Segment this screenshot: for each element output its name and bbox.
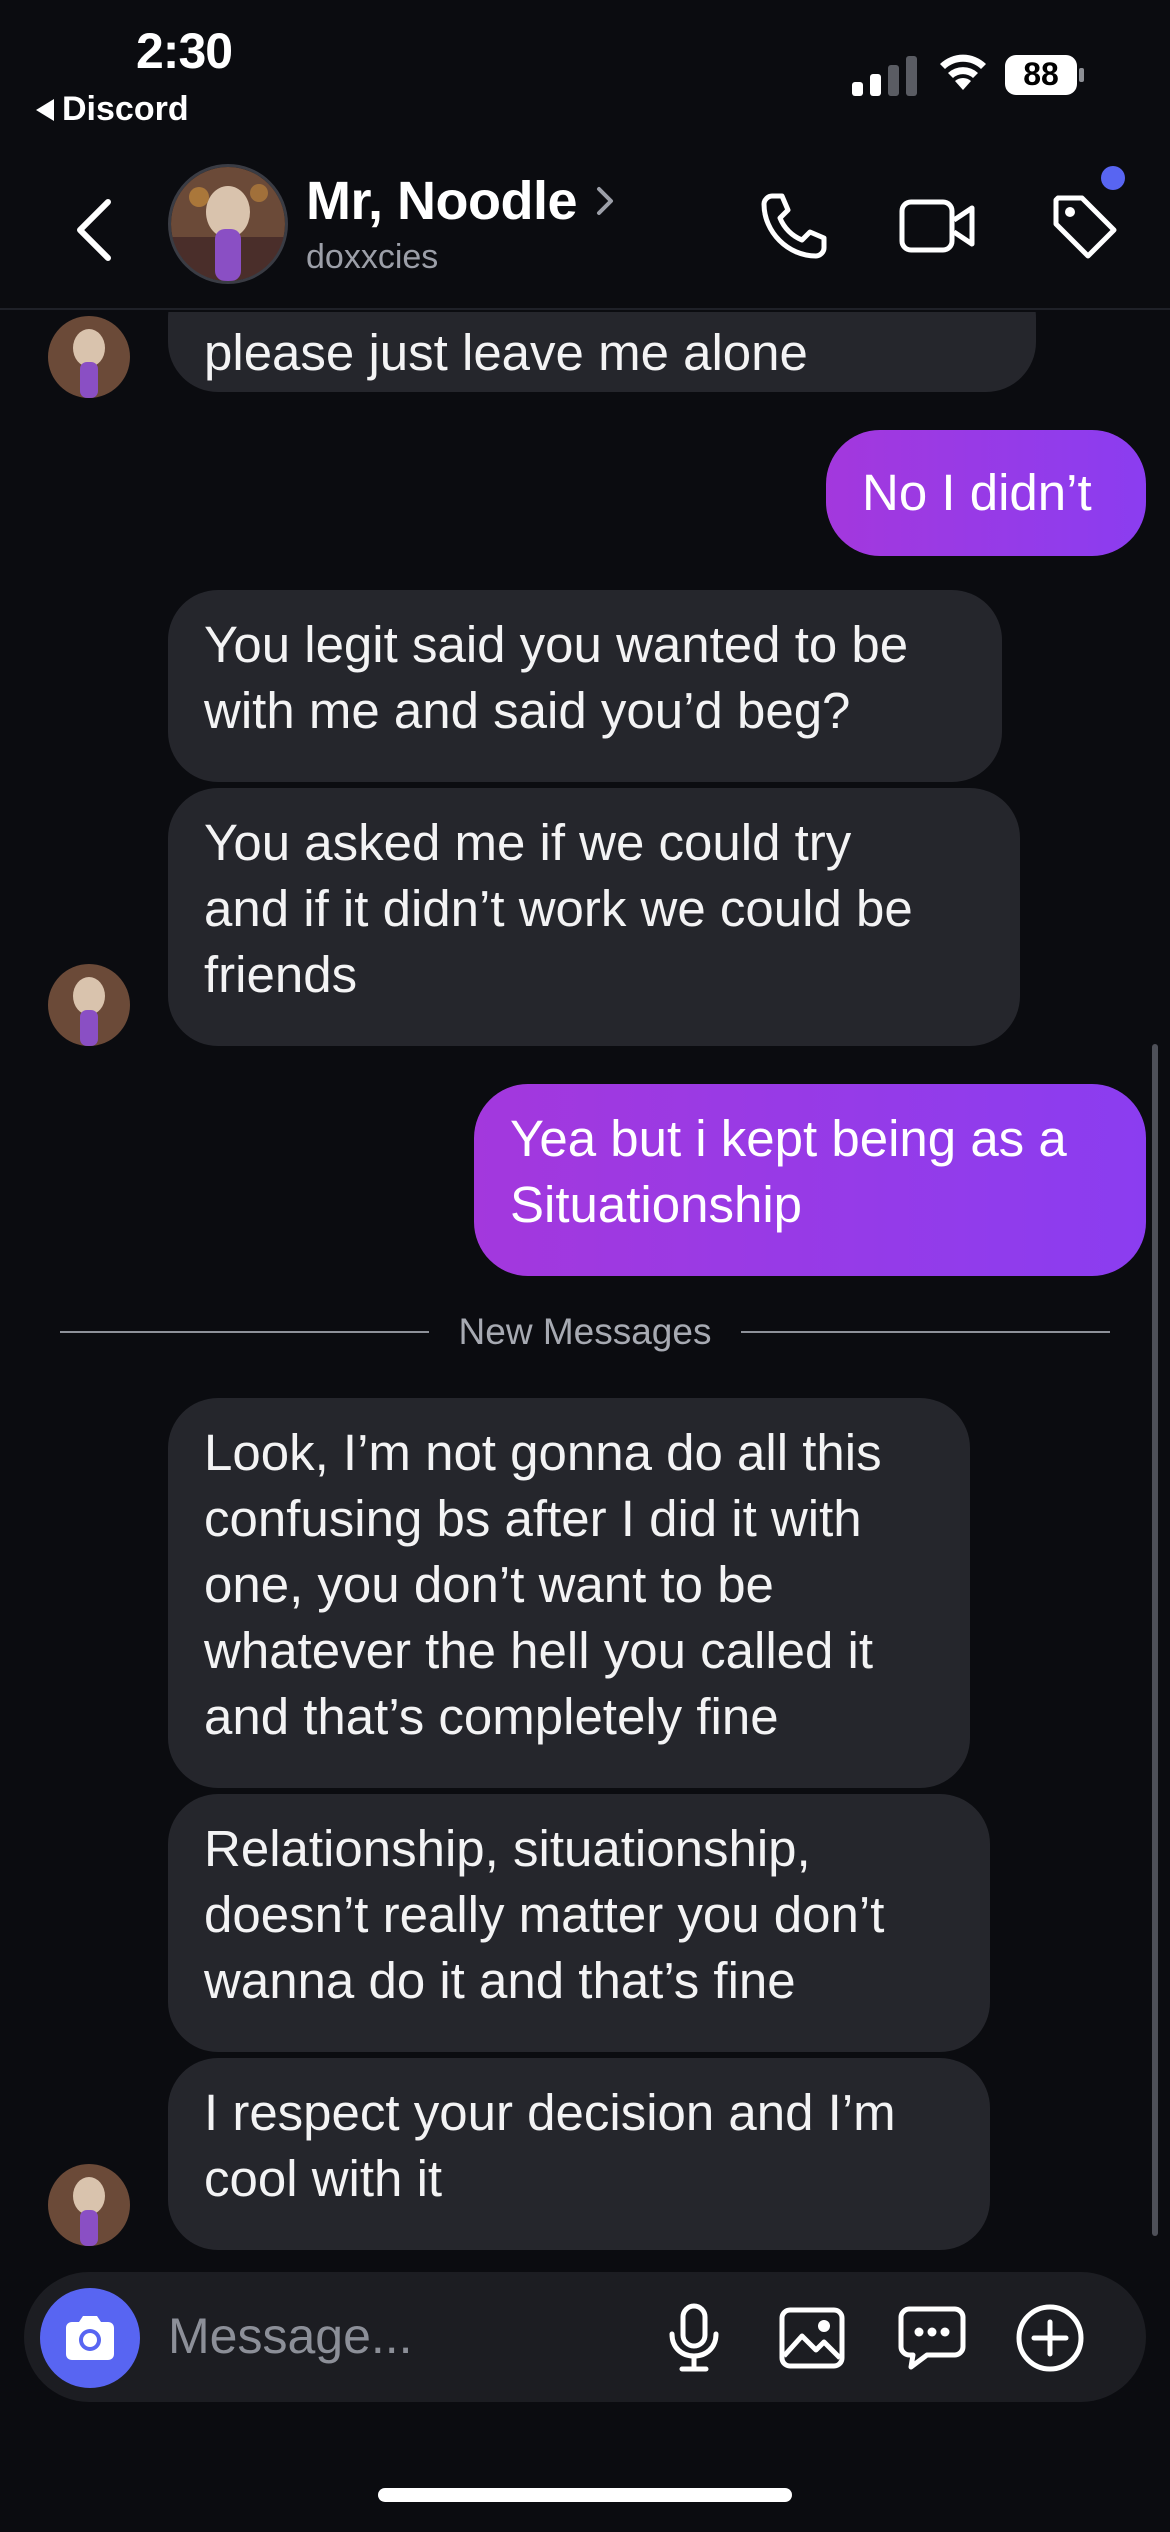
contact-handle: doxxcies bbox=[306, 238, 439, 276]
phone-icon bbox=[761, 193, 827, 259]
message-composer bbox=[24, 2272, 1146, 2402]
chat-header: Mr, Noodle doxxcies bbox=[0, 150, 1170, 310]
home-indicator[interactable] bbox=[378, 2488, 792, 2502]
message-bubble-received[interactable]: You asked me if we could try and if it d… bbox=[168, 788, 1020, 1046]
discord-dm-screen: 2:30 Discord 88 Mr, Noodle doxxcies plea… bbox=[0, 0, 1170, 2532]
video-camera-icon bbox=[899, 199, 975, 253]
message-avatar[interactable] bbox=[48, 964, 130, 1046]
tag-icon bbox=[1053, 195, 1117, 259]
contact-name: Mr, Noodle bbox=[306, 171, 578, 231]
back-button[interactable] bbox=[64, 190, 124, 270]
activities-button[interactable] bbox=[892, 2298, 972, 2378]
battery-percent: 88 bbox=[1023, 56, 1059, 92]
message-list[interactable]: please just leave me alone No I didn’t Y… bbox=[0, 312, 1170, 2272]
back-chevron-icon bbox=[77, 199, 111, 261]
gallery-button[interactable] bbox=[772, 2298, 852, 2378]
more-options-button[interactable] bbox=[1010, 2298, 1090, 2378]
notification-dot bbox=[1101, 166, 1125, 190]
message-bubble-received[interactable]: Relationship, situationship, doesn’t rea… bbox=[168, 1794, 990, 2052]
new-messages-label: New Messages bbox=[458, 1311, 712, 1352]
wifi-icon bbox=[940, 54, 986, 90]
new-messages-divider: New Messages bbox=[60, 1311, 1110, 1352]
back-triangle-icon bbox=[36, 98, 54, 121]
cellular-signal-icon bbox=[852, 56, 917, 96]
camera-icon bbox=[66, 2316, 114, 2360]
voice-message-button[interactable] bbox=[654, 2298, 734, 2378]
contact-avatar[interactable] bbox=[168, 164, 288, 284]
video-call-button[interactable] bbox=[898, 186, 978, 266]
message-input[interactable] bbox=[168, 2296, 648, 2376]
chat-bubble-icon bbox=[898, 2306, 966, 2370]
message-bubble-received[interactable]: Look, I’m not gonna do all this confusin… bbox=[168, 1398, 970, 1788]
message-avatar[interactable] bbox=[48, 316, 130, 398]
battery-indicator: 88 bbox=[1004, 54, 1086, 96]
status-time: 2:30 bbox=[136, 23, 233, 79]
message-bubble-sent[interactable]: Yea but i kept being as a Situationship bbox=[474, 1084, 1146, 1276]
back-app-label: Discord bbox=[62, 90, 189, 128]
divider-line bbox=[741, 1331, 1110, 1333]
contact-name-row[interactable]: Mr, Noodle bbox=[306, 170, 619, 232]
message-bubble-received[interactable]: You legit said you wanted to be with me … bbox=[168, 590, 1002, 782]
image-icon bbox=[779, 2307, 845, 2369]
camera-button[interactable] bbox=[40, 2288, 140, 2388]
contact-avatar-image bbox=[171, 167, 285, 281]
microphone-icon bbox=[669, 2303, 719, 2372]
divider-line bbox=[60, 1331, 429, 1333]
message-avatar[interactable] bbox=[48, 2164, 130, 2246]
avatar-image bbox=[48, 2164, 130, 2246]
voice-call-button[interactable] bbox=[754, 186, 834, 266]
tags-button[interactable] bbox=[1044, 186, 1124, 266]
avatar-image bbox=[48, 316, 130, 398]
chevron-right-icon bbox=[597, 187, 614, 215]
message-bubble-received[interactable]: please just leave me alone bbox=[168, 312, 1036, 392]
avatar-image bbox=[48, 964, 130, 1046]
plus-circle-icon bbox=[1016, 2304, 1084, 2372]
chat-scrollbar[interactable] bbox=[1152, 1044, 1158, 2236]
message-bubble-sent[interactable]: No I didn’t bbox=[826, 430, 1146, 556]
back-to-app-link[interactable]: Discord bbox=[36, 90, 189, 129]
message-bubble-received[interactable]: I respect your decision and I’m cool wit… bbox=[168, 2058, 990, 2250]
